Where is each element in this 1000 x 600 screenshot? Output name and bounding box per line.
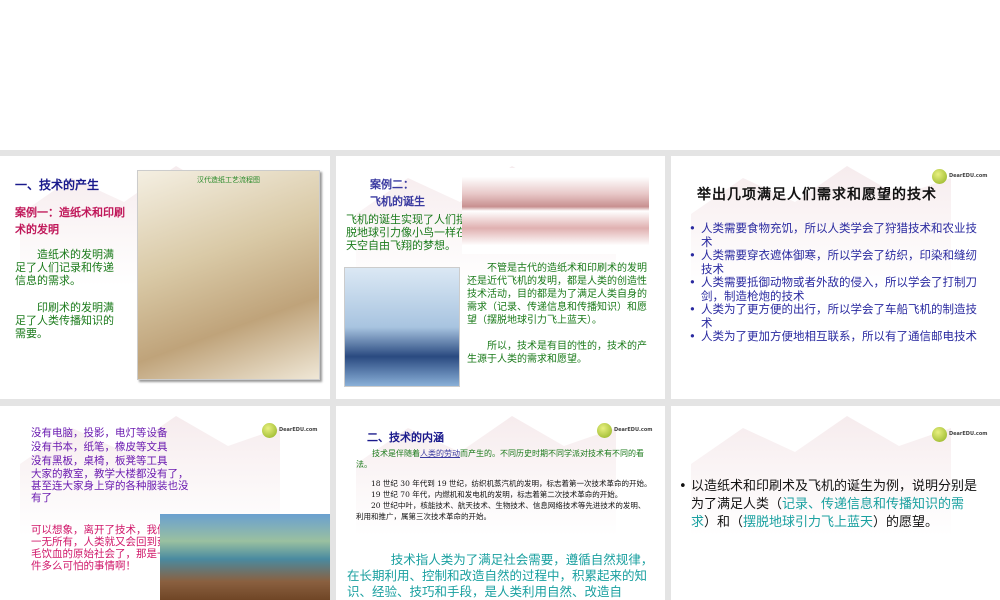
text-line: 没有书本，纸笔，橡皮等文具 bbox=[31, 441, 168, 453]
slide-title: 案例二： bbox=[370, 178, 414, 191]
paragraph: 印刷术的发明满足了人类传播知识的需要。 bbox=[15, 301, 114, 340]
slide-thumbnail-2[interactable]: 案例二： 飞机的诞生 飞机的诞生实现了人们摆脱地球引力像小鸟一样在天空自由飞翔的… bbox=[336, 156, 665, 399]
slide-title: 飞机的诞生 bbox=[370, 195, 425, 208]
slide-thumbnail-1[interactable]: 一、技术的产生 案例一：造纸术和印刷术的发明 造纸术的发明满足了人们记录和传递信… bbox=[0, 156, 330, 399]
text-line: 19 世纪 70 年代，内燃机和发电机的发明，标志着第二次技术革命的开始。 bbox=[371, 490, 623, 499]
dearedu-logo: DearEDU.com bbox=[932, 426, 992, 442]
definition-text: 技术指人类为了满足社会需要，遵循自然规律，在长期利用、控制和改造自然的过程中，积… bbox=[347, 552, 654, 599]
image-caption: 汉代造纸工艺流程图 bbox=[197, 176, 260, 184]
text-line: 18 世纪 30 年代到 19 世纪，纺织机蒸汽机的发明，标志着第一次技术革命的… bbox=[371, 479, 652, 488]
list-item: 人类为了更加方便地相互联系，所以有了通信邮电技术 bbox=[687, 329, 987, 344]
slide-title: 二、技术的内涵 bbox=[367, 431, 444, 444]
slide-title: 一、技术的产生 bbox=[15, 178, 100, 192]
paragraph: 不管是古代的造纸术和印刷术的发明还是近代飞机的发明，都是人类的创造性技术活动，目… bbox=[467, 263, 647, 326]
paragraph: 飞机的诞生实现了人们摆脱地球引力像小鸟一样在天空自由飞翔的梦想。 bbox=[346, 213, 467, 252]
list-item: 人类为了更方便的出行，所以学会了车船飞机的制造技术 bbox=[687, 302, 987, 330]
text-line: 没有电脑，投影，电灯等设备 bbox=[31, 427, 168, 439]
paragraph: 所以，技术是有目的性的，技术的产生源于人类的需求和愿望。 bbox=[467, 341, 647, 365]
slide-sorter: 一、技术的产生 案例一：造纸术和印刷术的发明 造纸术的发明满足了人们记录和传递信… bbox=[0, 150, 1000, 600]
slide-thumbnail-4[interactable]: DearEDU.com 没有电脑，投影，电灯等设备 没有书本，纸笔，橡皮等文具 … bbox=[0, 406, 330, 600]
dearedu-logo: DearEDU.com bbox=[597, 422, 657, 438]
wright-flyer-image bbox=[462, 168, 649, 254]
bullet-list: 以造纸术和印刷术及飞机的诞生为例，说明分别是为了满足人类（记录、传递信息和传播知… bbox=[677, 478, 977, 532]
paragraph: 造纸术的发明满足了人们记录和传递信息的需求。 bbox=[15, 248, 114, 287]
dearedu-logo: DearEDU.com bbox=[932, 168, 992, 184]
slide-thumbnail-5[interactable]: DearEDU.com 二、技术的内涵 技术是伴随着人类的劳动而产生的。不同历史… bbox=[336, 406, 665, 600]
text-line: 没有黑板，桌椅，板凳等工具 bbox=[31, 455, 168, 467]
slide-thumbnail-6[interactable]: DearEDU.com 以造纸术和印刷术及飞机的诞生为例，说明分别是为了满足人类… bbox=[671, 406, 1000, 600]
dearedu-logo: DearEDU.com bbox=[262, 422, 322, 438]
papermaking-illustration: 汉代造纸工艺流程图 bbox=[137, 170, 320, 380]
list-item: 人类需要抵御动物或者外敌的侵入，所以学会了打制刀剑，制造枪炮的技术 bbox=[687, 275, 987, 303]
slide-title: 举出几项满足人们需求和愿望的技术 bbox=[697, 187, 937, 203]
conclusion-text: 可以想象，离开了技术，我们一无所有，人类就又会回到茹毛饮血的原始社会了，那是一件… bbox=[31, 524, 168, 572]
first-flight-photo bbox=[344, 267, 460, 387]
list-item: 以造纸术和印刷术及飞机的诞生为例，说明分别是为了满足人类（记录、传递信息和传播知… bbox=[677, 478, 977, 532]
primitive-humans-image bbox=[160, 514, 330, 600]
slide-subtitle: 案例一：造纸术和印刷术的发明 bbox=[15, 206, 125, 236]
list-item: 人类需要食物充饥，所以人类学会了狩猎技术和农业技术 bbox=[687, 221, 987, 249]
link-human-labor[interactable]: 人类的劳动 bbox=[420, 449, 460, 458]
list-item: 人类需要穿衣遮体御寒，所以学会了纺织，印染和缝纫技术 bbox=[687, 248, 987, 276]
text-block: 没有电脑，投影，电灯等设备 没有书本，纸笔，橡皮等文具 没有黑板，桌椅，板凳等工… bbox=[31, 426, 196, 504]
text-line: 20 世纪中叶，核能技术、航天技术、生物技术、信息网络技术等先进技术的发明、利用… bbox=[356, 501, 646, 521]
revolution-list: 18 世纪 30 年代到 19 世纪，纺织机蒸汽机的发明，标志着第一次技术革命的… bbox=[356, 478, 652, 522]
intro-text: 技术是伴随着人类的劳动而产生的。不同历史时期不同学派对技术有不同的看法。 bbox=[356, 449, 644, 469]
bullet-list: 人类需要食物充饥，所以人类学会了狩猎技术和农业技术 人类需要穿衣遮体御寒，所以学… bbox=[687, 221, 987, 344]
text-line: 大家的教室，教学大楼都没有了，甚至连大家身上穿的各种服装也没有了 bbox=[31, 468, 189, 504]
slide-thumbnail-3[interactable]: DearEDU.com 举出几项满足人们需求和愿望的技术 人类需要食物充饥，所以… bbox=[671, 156, 1000, 399]
